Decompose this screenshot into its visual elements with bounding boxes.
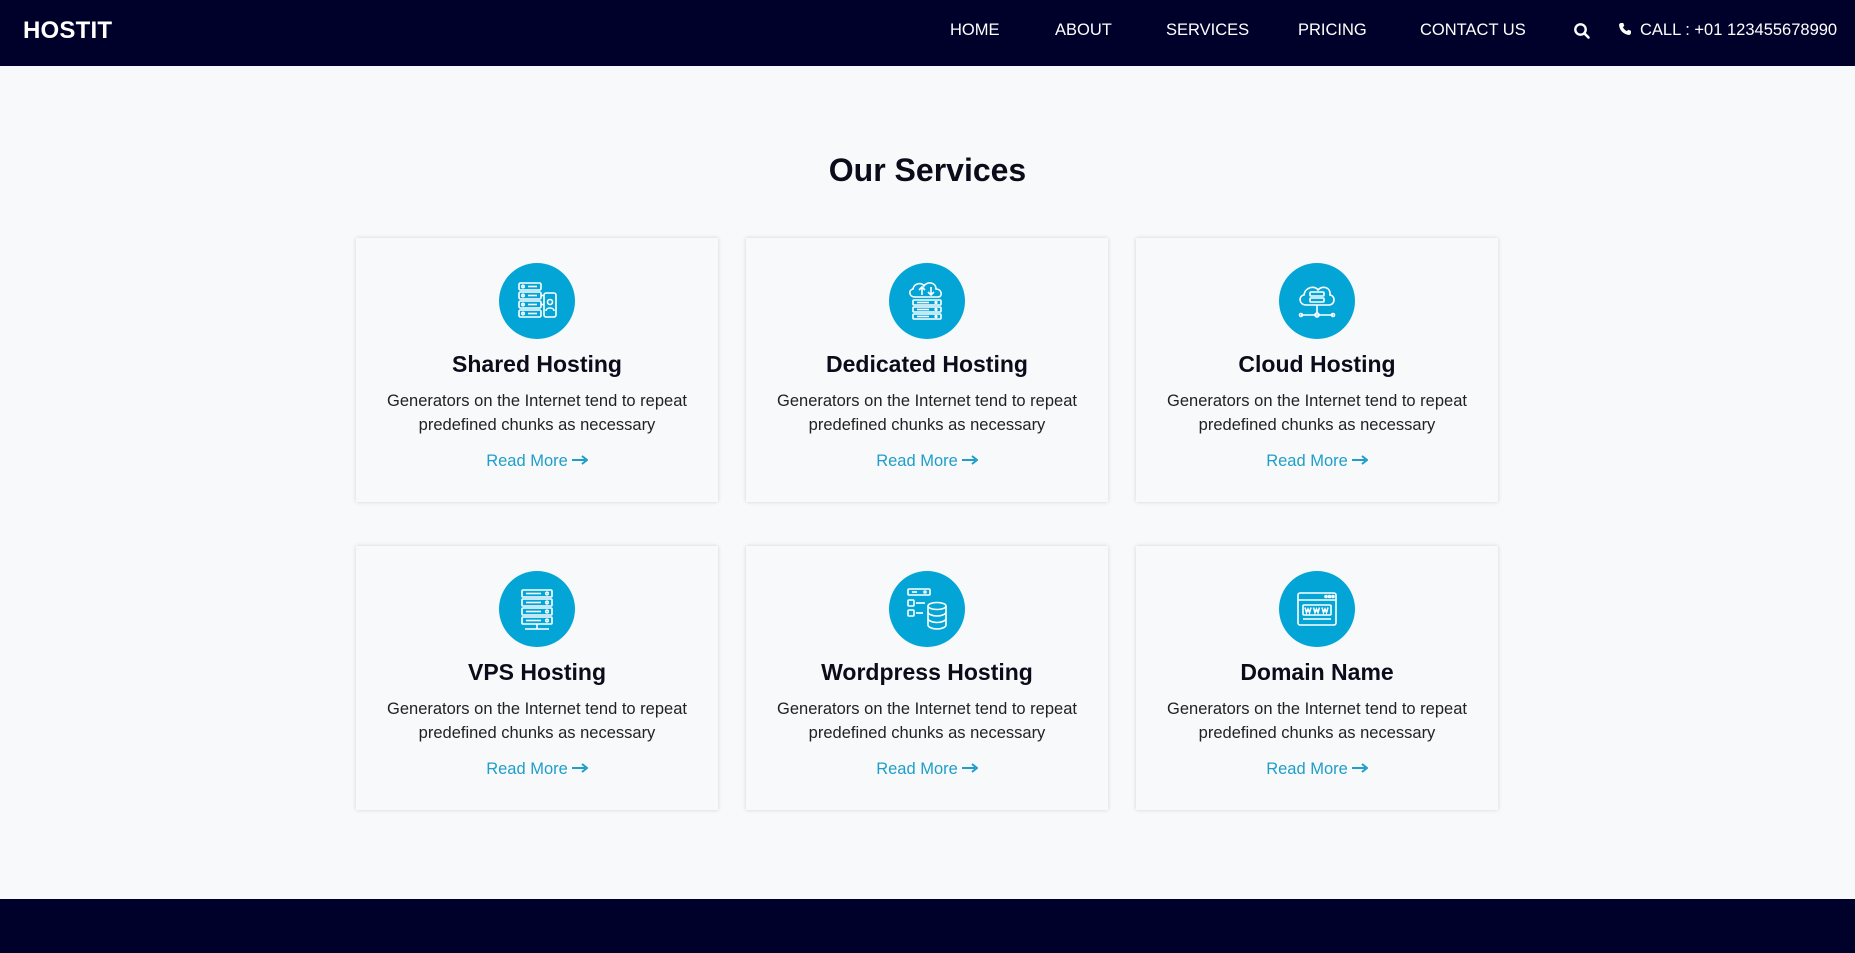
arrow-right-icon [961,763,978,773]
vps-hosting-icon [499,571,575,647]
read-more-label: Read More [876,452,958,470]
arrow-right-icon [571,455,588,465]
service-card-cloud-hosting: Cloud Hosting Generators on the Internet… [1136,238,1498,502]
read-more-link[interactable]: Read More [356,452,718,471]
footer [0,899,1855,953]
service-card-wordpress-hosting: Wordpress Hosting Generators on the Inte… [746,546,1108,810]
read-more-label: Read More [876,760,958,778]
call-link[interactable]: CALL : +01 123455678990 [1618,0,1837,61]
cloud-hosting-icon [1279,263,1355,339]
search-icon[interactable] [1572,21,1592,41]
domain-name-icon [1279,571,1355,647]
card-description: Generators on the Internet tend to repea… [387,392,687,434]
read-more-label: Read More [486,760,568,778]
read-more-link[interactable]: Read More [1136,760,1498,779]
card-title: Cloud Hosting [1238,351,1396,377]
service-card-dedicated-hosting: Dedicated Hosting Generators on the Inte… [746,238,1108,502]
read-more-label: Read More [1266,760,1348,778]
arrow-right-icon [1351,763,1368,773]
card-description: Generators on the Internet tend to repea… [1167,392,1467,434]
service-card-shared-hosting: Shared Hosting Generators on the Interne… [356,238,718,502]
card-description: Generators on the Internet tend to repea… [387,700,687,742]
card-title: Shared Hosting [452,351,622,377]
card-title: Domain Name [1240,659,1394,685]
nav-home[interactable]: HOME [950,0,1000,61]
card-description: Generators on the Internet tend to repea… [777,700,1077,742]
call-text: CALL : +01 123455678990 [1640,21,1838,39]
card-description: Generators on the Internet tend to repea… [1167,700,1467,742]
card-description: Generators on the Internet tend to repea… [777,392,1077,434]
top-navbar: HOSTIT HOME ABOUT SERVICES PRICING CONTA… [0,0,1855,66]
arrow-right-icon [571,763,588,773]
nav-services[interactable]: SERVICES [1166,0,1249,61]
read-more-link[interactable]: Read More [746,760,1108,779]
nav-about[interactable]: ABOUT [1055,0,1112,61]
card-title: Wordpress Hosting [821,659,1033,685]
read-more-label: Read More [486,452,568,470]
phone-icon [1619,22,1631,35]
read-more-label: Read More [1266,452,1348,470]
service-card-domain-name: Domain Name Generators on the Internet t… [1136,546,1498,810]
read-more-link[interactable]: Read More [356,760,718,779]
nav-contact-us[interactable]: CONTACT US [1420,0,1526,61]
card-title: Dedicated Hosting [826,351,1028,377]
shared-hosting-icon [499,263,575,339]
arrow-right-icon [1351,455,1368,465]
dedicated-hosting-icon [889,263,965,339]
section-title: Our Services [828,152,1027,188]
read-more-link[interactable]: Read More [746,452,1108,471]
arrow-right-icon [961,455,978,465]
read-more-link[interactable]: Read More [1136,452,1498,471]
card-title: VPS Hosting [467,659,606,685]
service-card-vps-hosting: VPS Hosting Generators on the Internet t… [356,546,718,810]
wordpress-hosting-icon [889,571,965,647]
nav-pricing[interactable]: PRICING [1298,0,1367,61]
